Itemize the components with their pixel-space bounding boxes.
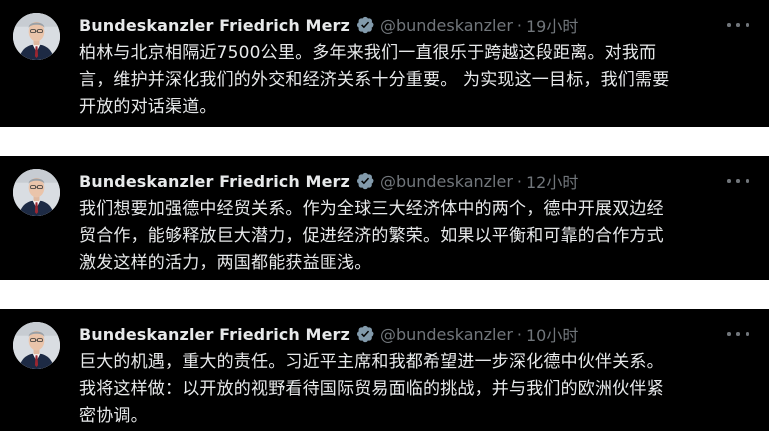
profile-photo-icon [13, 169, 60, 216]
profile-photo-icon [13, 322, 60, 369]
tweet-text: 我们想要加强德中经贸关系。作为全球三大经济体中的两个，德中开展双边经 贸合作，能… [79, 196, 755, 277]
verified-badge-icon [355, 324, 375, 344]
author-name[interactable]: Bundeskanzler Friedrich Merz [79, 16, 350, 35]
tweet-timestamp[interactable]: 19小时 [526, 13, 578, 37]
avatar[interactable] [13, 322, 60, 369]
tweet-text-line: 巨大的机遇，重大的责任。习近平主席和我都希望进一步深化德中伙伴关系。 [79, 352, 664, 372]
tweet-text-line: 我将这样做：以开放的视野看待国际贸易面临的挑战，并与我们的欧洲伙伴紧 [79, 379, 664, 399]
author-handle[interactable]: @bundeskanzler [380, 16, 513, 35]
tweet-card[interactable]: Bundeskanzler Friedrich Merz @bundeskanz… [0, 156, 769, 280]
tweet-header: Bundeskanzler Friedrich Merz @bundeskanz… [79, 13, 578, 37]
tweet-text-line: 言，维护并深化我们的外交和经济关系十分重要。 为实现这一目标，我们需要 [79, 70, 670, 90]
profile-photo-icon [13, 13, 60, 60]
tweet-text-line: 柏林与北京相隔近7500公里。多年来我们一直很乐于跨越这段距离。对我而 [79, 43, 657, 63]
author-name[interactable]: Bundeskanzler Friedrich Merz [79, 172, 350, 191]
tweet-screenshot-collage: Bundeskanzler Friedrich Merz @bundeskanz… [0, 0, 769, 431]
verified-badge-icon [355, 15, 375, 35]
tweet-text: 巨大的机遇，重大的责任。习近平主席和我都希望进一步深化德中伙伴关系。 我将这样做… [79, 349, 755, 430]
avatar[interactable] [13, 169, 60, 216]
avatar[interactable] [13, 13, 60, 60]
dot-separator: · [516, 171, 522, 191]
author-handle[interactable]: @bundeskanzler [380, 325, 513, 344]
tweet-text-line: 开放的对话渠道。 [79, 97, 217, 117]
tweet-header: Bundeskanzler Friedrich Merz @bundeskanz… [79, 322, 578, 346]
tweet-text-line: 密协调。 [79, 406, 148, 426]
more-options-icon[interactable] [727, 18, 749, 32]
tweet-text-line: 激发这样的活力，两国都能获益匪浅。 [79, 253, 372, 273]
dot-separator: · [516, 15, 522, 35]
author-handle[interactable]: @bundeskanzler [380, 172, 513, 191]
tweet-text-line: 我们想要加强德中经贸关系。作为全球三大经济体中的两个，德中开展双边经 [79, 199, 664, 219]
dot-separator: · [516, 324, 522, 344]
author-name[interactable]: Bundeskanzler Friedrich Merz [79, 325, 350, 344]
tweet-header: Bundeskanzler Friedrich Merz @bundeskanz… [79, 169, 578, 193]
verified-badge-icon [355, 171, 375, 191]
tweet-text: 柏林与北京相隔近7500公里。多年来我们一直很乐于跨越这段距离。对我而 言，维护… [79, 40, 755, 121]
more-options-icon[interactable] [727, 327, 749, 341]
tweet-card[interactable]: Bundeskanzler Friedrich Merz @bundeskanz… [0, 0, 769, 127]
more-options-icon[interactable] [727, 174, 749, 188]
tweet-card[interactable]: Bundeskanzler Friedrich Merz @bundeskanz… [0, 309, 769, 431]
tweet-text-line: 贸合作，能够释放巨大潜力，促进经济的繁荣。如果以平衡和可靠的合作方式 [79, 226, 664, 246]
tweet-timestamp[interactable]: 10小时 [526, 322, 578, 346]
tweet-timestamp[interactable]: 12小时 [526, 169, 578, 193]
